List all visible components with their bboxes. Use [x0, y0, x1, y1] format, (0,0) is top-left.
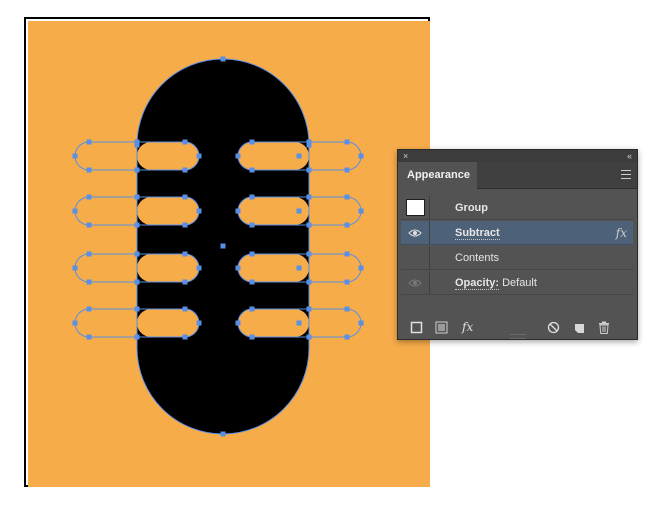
panel-menu-icon[interactable]: [621, 170, 631, 179]
row-opacity[interactable]: Opacity: Default: [401, 271, 633, 295]
anchor-point-icon[interactable]: [344, 194, 350, 200]
anchor-point-icon[interactable]: [86, 194, 92, 200]
anchor-point-icon[interactable]: [86, 306, 92, 312]
duplicate-item-icon[interactable]: [572, 321, 585, 334]
subtract-effect-link[interactable]: Subtract: [455, 221, 500, 245]
anchor-point-icon[interactable]: [182, 194, 188, 200]
anchor-point-icon[interactable]: [86, 222, 92, 228]
anchor-point-icon[interactable]: [249, 279, 255, 285]
artwork-canvas[interactable]: [26, 19, 432, 489]
anchor-point-icon[interactable]: [306, 167, 312, 173]
anchor-point-icon[interactable]: [344, 306, 350, 312]
anchor-point-icon[interactable]: [134, 306, 140, 312]
panel-titlebar[interactable]: × «: [398, 150, 637, 162]
anchor-point-icon[interactable]: [196, 265, 202, 271]
anchor-point-icon[interactable]: [72, 153, 78, 159]
anchor-point-icon[interactable]: [86, 334, 92, 340]
anchor-point-icon[interactable]: [344, 167, 350, 173]
visibility-eye-icon[interactable]: [408, 228, 422, 238]
anchor-point-icon[interactable]: [358, 265, 364, 271]
anchor-point-icon[interactable]: [306, 139, 312, 145]
anchor-point-icon[interactable]: [72, 265, 78, 271]
clear-appearance-icon[interactable]: [547, 321, 560, 334]
anchor-point-icon[interactable]: [306, 222, 312, 228]
anchor-point-icon[interactable]: [344, 334, 350, 340]
add-new-stroke-icon[interactable]: [410, 321, 423, 334]
anchor-point-icon[interactable]: [249, 194, 255, 200]
anchor-point-icon[interactable]: [306, 306, 312, 312]
anchor-point-icon[interactable]: [306, 194, 312, 200]
opacity-setting[interactable]: Opacity: Default: [455, 271, 537, 295]
anchor-point-icon[interactable]: [182, 251, 188, 257]
anchor-point-icon[interactable]: [220, 56, 226, 62]
anchor-point-icon[interactable]: [220, 431, 226, 437]
anchor-point-icon[interactable]: [196, 320, 202, 326]
anchor-point-icon[interactable]: [296, 153, 302, 159]
anchor-point-icon[interactable]: [182, 334, 188, 340]
anchor-point-icon[interactable]: [196, 208, 202, 214]
row-contents[interactable]: Contents: [401, 246, 633, 270]
anchor-point-icon[interactable]: [249, 139, 255, 145]
anchor-point-icon[interactable]: [249, 222, 255, 228]
anchor-point-icon[interactable]: [344, 251, 350, 257]
anchor-point-icon[interactable]: [220, 243, 226, 249]
anchor-point-icon[interactable]: [235, 153, 241, 159]
anchor-point-icon[interactable]: [134, 194, 140, 200]
anchor-point-icon[interactable]: [344, 139, 350, 145]
anchor-point-icon[interactable]: [134, 139, 140, 145]
anchor-point-icon[interactable]: [306, 334, 312, 340]
anchor-point-icon[interactable]: [86, 251, 92, 257]
add-new-fill-icon[interactable]: [435, 321, 448, 334]
anchor-point-icon[interactable]: [182, 279, 188, 285]
artboard[interactable]: [24, 17, 430, 487]
anchor-point-icon[interactable]: [182, 306, 188, 312]
add-new-effect-icon[interactable]: fx: [462, 321, 473, 334]
fx-icon[interactable]: fx: [616, 221, 627, 245]
row-group[interactable]: Group: [401, 196, 633, 220]
anchor-point-icon[interactable]: [306, 279, 312, 285]
anchor-point-icon[interactable]: [72, 320, 78, 326]
anchor-point-icon[interactable]: [182, 222, 188, 228]
anchor-point-icon[interactable]: [249, 167, 255, 173]
panel-tabbar: Appearance: [398, 162, 637, 189]
anchor-point-icon[interactable]: [86, 279, 92, 285]
contents-label: Contents: [455, 252, 500, 264]
anchor-point-icon[interactable]: [296, 320, 302, 326]
anchor-point-icon[interactable]: [358, 153, 364, 159]
anchor-point-icon[interactable]: [134, 334, 140, 340]
group-thumbnail: [406, 199, 425, 216]
anchor-point-icon[interactable]: [235, 320, 241, 326]
anchor-point-icon[interactable]: [249, 251, 255, 257]
anchor-point-icon[interactable]: [235, 208, 241, 214]
anchor-point-icon[interactable]: [235, 265, 241, 271]
anchor-point-icon[interactable]: [249, 334, 255, 340]
anchor-point-icon[interactable]: [196, 153, 202, 159]
anchor-point-icon[interactable]: [134, 167, 140, 173]
close-icon[interactable]: ×: [403, 150, 408, 162]
anchor-point-icon[interactable]: [134, 222, 140, 228]
delete-item-icon[interactable]: [598, 321, 610, 334]
anchor-point-icon[interactable]: [86, 139, 92, 145]
anchor-point-icon[interactable]: [296, 208, 302, 214]
appearance-panel: × « Appearance Group Subtract fx Content…: [397, 149, 638, 340]
tab-appearance[interactable]: Appearance: [398, 162, 477, 189]
visibility-eye-icon[interactable]: [408, 278, 422, 288]
anchor-point-icon[interactable]: [182, 139, 188, 145]
anchor-point-icon[interactable]: [358, 320, 364, 326]
anchor-point-icon[interactable]: [72, 208, 78, 214]
anchor-point-icon[interactable]: [134, 279, 140, 285]
anchor-point-icon[interactable]: [134, 251, 140, 257]
anchor-point-icon[interactable]: [358, 208, 364, 214]
anchor-point-icon[interactable]: [249, 306, 255, 312]
anchor-point-icon[interactable]: [344, 222, 350, 228]
group-label: Group: [455, 202, 488, 214]
anchor-point-icon[interactable]: [86, 167, 92, 173]
anchor-point-icon[interactable]: [344, 279, 350, 285]
anchor-point-icon[interactable]: [182, 167, 188, 173]
row-subtract-effect[interactable]: Subtract fx: [401, 221, 633, 245]
anchor-point-icon[interactable]: [296, 265, 302, 271]
resize-grip-icon[interactable]: [510, 334, 526, 339]
anchor-point-icon[interactable]: [306, 251, 312, 257]
collapse-icon[interactable]: «: [627, 150, 632, 162]
